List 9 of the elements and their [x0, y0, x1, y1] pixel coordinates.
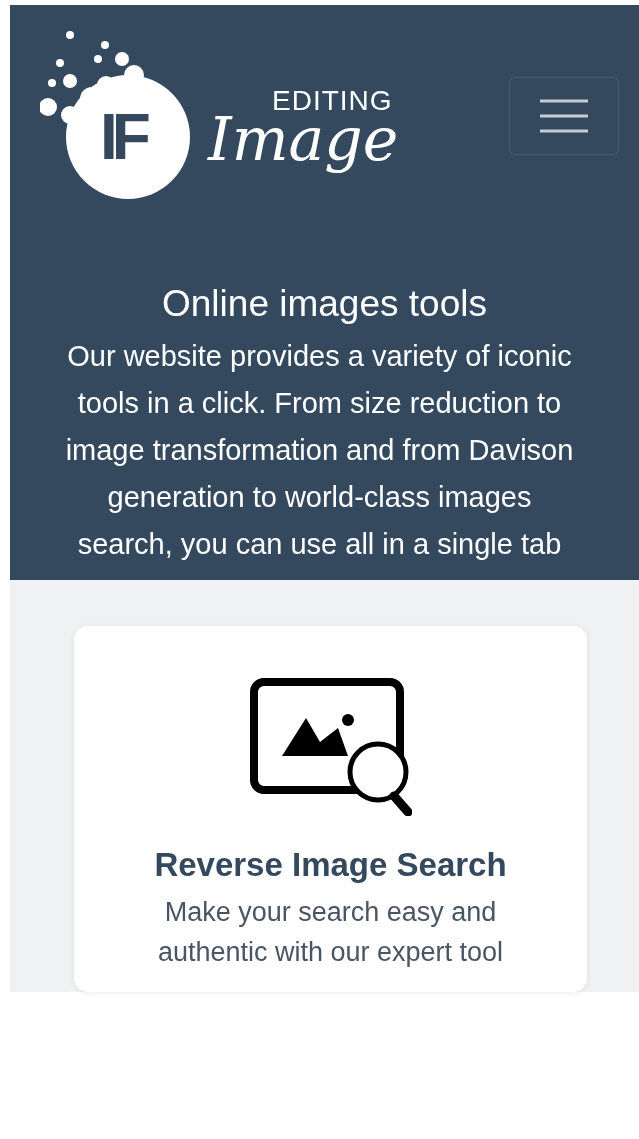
logo-initials: IF: [100, 105, 145, 169]
menu-button[interactable]: [509, 77, 619, 155]
card-title: Reverse Image Search: [154, 846, 507, 884]
image-search-icon: [249, 678, 412, 816]
menu-icon: [540, 98, 588, 134]
card-description: Make your search easy and authentic with our expert tool: [156, 896, 505, 969]
logo-text: EDITING: [272, 87, 394, 115]
hero-title: Online images tools: [161, 283, 488, 325]
hero-description: Our website provides a variety of iconic tools in a click. From size reduction to image transformation and from Davison generation to world-class images search, you can use all in a single tab: [64, 339, 575, 562]
